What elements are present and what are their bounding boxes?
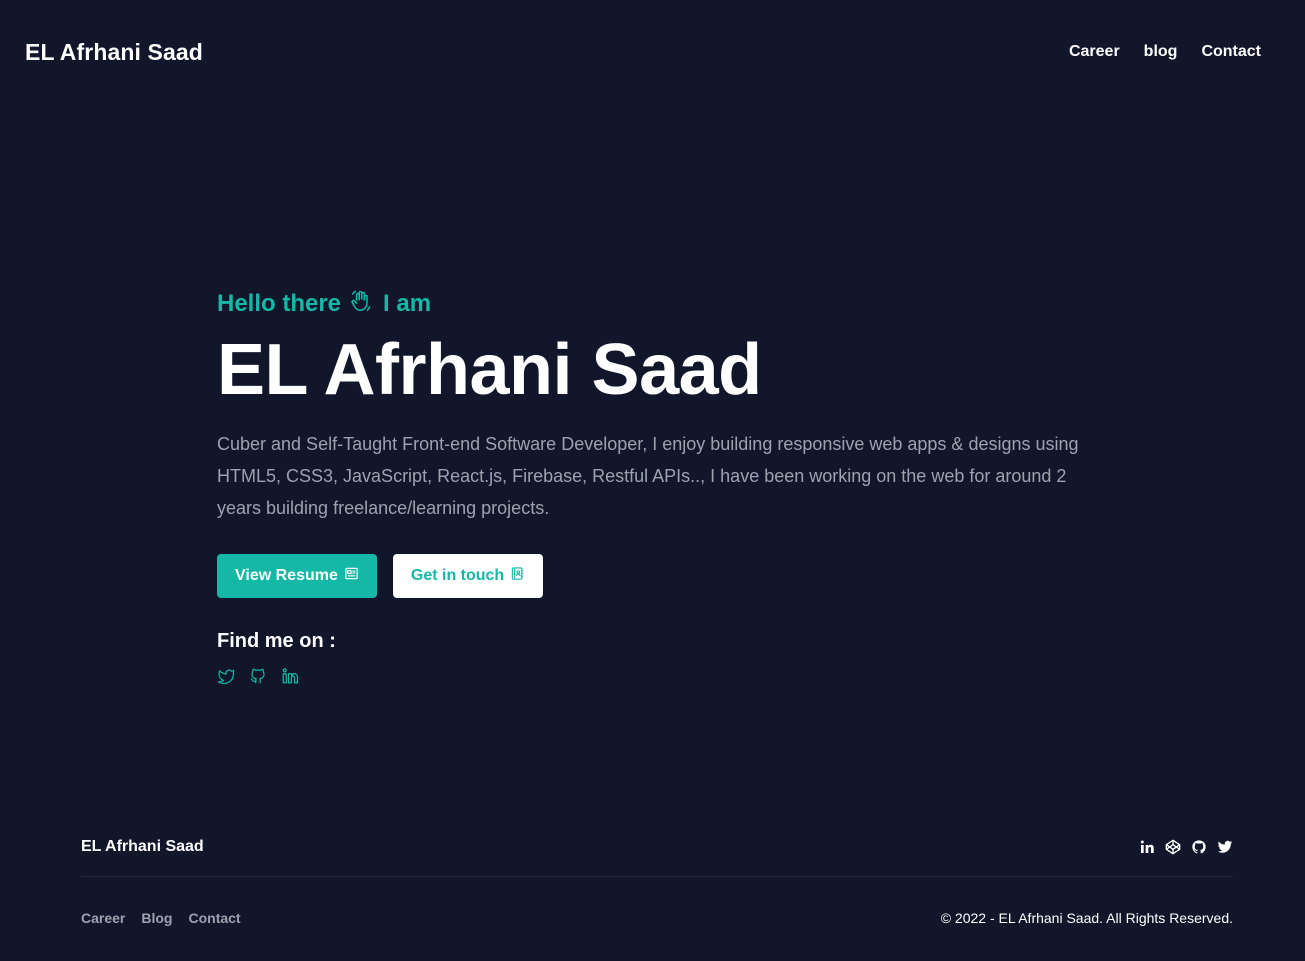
find-me-title: Find me on : <box>217 630 336 652</box>
footer-divider <box>81 876 1233 877</box>
site-header: EL Afrhani Saad Career blog Contact <box>0 0 1305 104</box>
site-footer: EL Afrhani Saad Career Blog Contact © 20… <box>81 830 1233 926</box>
hero-description: Cuber and Self-Taught Front-end Software… <box>217 434 1079 518</box>
linkedin-icon[interactable] <box>1139 839 1155 855</box>
footer-blog-link[interactable]: Blog <box>141 910 172 926</box>
page: EL Afrhani Saad Career blog Contact Hell… <box>0 0 1305 961</box>
footer-bottom: Career Blog Contact © 2022 - EL Afrhani … <box>81 910 1233 926</box>
site-brand[interactable]: EL Afrhani Saad <box>25 39 203 66</box>
hero-greeting: Hello there I am <box>217 286 1097 322</box>
get-in-touch-label: Get in touch <box>410 567 505 584</box>
greeting-text: Hello there <box>217 290 342 317</box>
footer-career-link[interactable]: Career <box>81 910 125 926</box>
hero-socials <box>217 667 1097 685</box>
linkedin-icon[interactable] <box>281 667 299 685</box>
github-icon[interactable] <box>1191 839 1207 855</box>
view-resume-button[interactable]: View Resume <box>217 554 377 598</box>
footer-contact-link[interactable]: Contact <box>188 910 240 926</box>
footer-links: Career Blog Contact <box>81 910 241 926</box>
waving-hand-icon <box>349 288 375 321</box>
main-nav: Career blog Contact <box>1069 43 1261 61</box>
nav-contact-link[interactable]: Contact <box>1201 43 1261 61</box>
footer-top: EL Afrhani Saad <box>81 830 1233 864</box>
nav-career-link[interactable]: Career <box>1069 43 1120 61</box>
greeting-suffix: I am <box>383 290 432 317</box>
codepen-icon[interactable] <box>1165 839 1181 855</box>
github-icon[interactable] <box>249 667 267 685</box>
footer-brand[interactable]: EL Afrhani Saad <box>81 838 204 856</box>
view-resume-label: View Resume <box>235 567 338 584</box>
copyright-text: © 2022 - EL Afrhani Saad. All Rights Res… <box>940 910 1233 926</box>
hero-buttons: View Resume Get in touch <box>217 554 1097 598</box>
hero-title: EL Afrhani Saad <box>217 330 762 410</box>
nav-blog-link[interactable]: blog <box>1144 43 1178 61</box>
resume-icon <box>344 566 359 586</box>
twitter-icon[interactable] <box>217 667 235 685</box>
footer-social-icons <box>1139 839 1233 855</box>
contact-book-icon <box>510 566 525 586</box>
get-in-touch-button[interactable]: Get in touch <box>392 554 544 598</box>
twitter-icon[interactable] <box>1217 839 1233 855</box>
hero-section: Hello there I am EL Afrhani Saad Cuber a… <box>217 286 1097 685</box>
